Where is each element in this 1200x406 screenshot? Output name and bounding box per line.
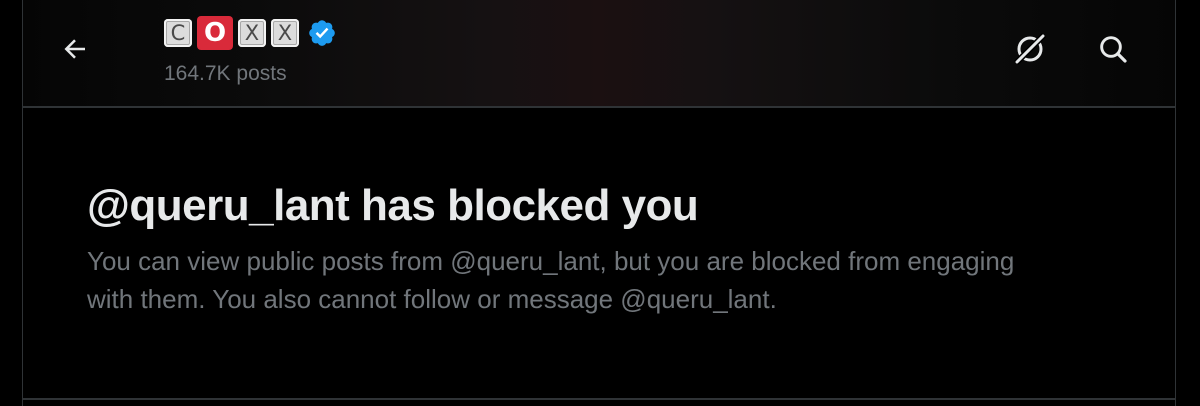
main-column: C O X X 164.7K posts @queru_lant has blo… <box>22 0 1176 406</box>
search-icon <box>1100 36 1127 63</box>
name-letter-highlight: O <box>197 16 233 50</box>
blocked-notice: @queru_lant has blocked you You can view… <box>87 180 1087 318</box>
display-name: C O X X <box>164 16 338 50</box>
profile-page: C O X X 164.7K posts @queru_lant has blo… <box>0 0 1200 406</box>
profile-header: C O X X 164.7K posts <box>23 0 1175 108</box>
name-letter: C <box>164 19 192 47</box>
back-button[interactable] <box>53 27 97 71</box>
name-letter: X <box>271 19 299 47</box>
post-count: 164.7K posts <box>164 62 287 85</box>
verified-badge-icon[interactable] <box>306 17 338 49</box>
divider <box>23 398 1175 400</box>
grok-icon <box>1013 32 1047 66</box>
arrow-left-icon <box>64 39 85 59</box>
name-letter: X <box>238 19 266 47</box>
blocked-description: You can view public posts from @queru_la… <box>87 246 1015 314</box>
search-button[interactable] <box>1090 26 1136 72</box>
grok-button[interactable] <box>1007 26 1053 72</box>
blocked-title: @queru_lant has blocked you <box>87 181 699 230</box>
